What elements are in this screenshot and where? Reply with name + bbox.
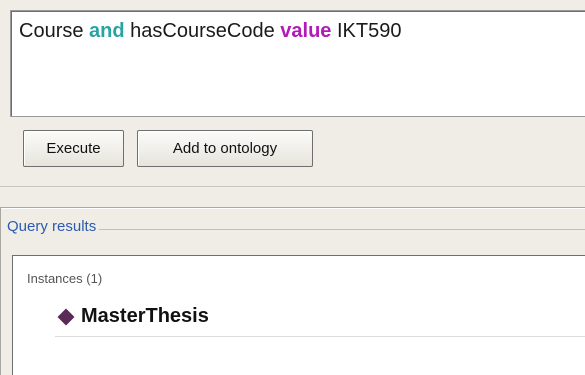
instances-label: Instances (1) bbox=[27, 271, 103, 286]
split-pane-divider[interactable] bbox=[0, 207, 585, 209]
execute-button[interactable]: Execute bbox=[23, 130, 124, 167]
list-item[interactable]: MasterThesis bbox=[55, 295, 585, 337]
instance-name: MasterThesis bbox=[81, 305, 209, 327]
query-token-literal: IKT590 bbox=[336, 20, 402, 42]
results-panel: Instances (1) MasterThesis bbox=[12, 255, 585, 375]
dl-query-window: Course and hasCourseCode value IKT590 Ex… bbox=[0, 0, 585, 375]
divider bbox=[0, 186, 585, 187]
diamond-icon bbox=[57, 308, 75, 326]
add-to-ontology-button[interactable]: Add to ontology bbox=[137, 130, 313, 167]
query-keyword-and: and bbox=[89, 20, 125, 42]
query-token-property: hasCourseCode bbox=[130, 20, 275, 42]
query-expression[interactable]: Course and hasCourseCode value IKT590 bbox=[19, 20, 401, 43]
query-token-class: Course bbox=[19, 20, 84, 42]
query-keyword-value: value bbox=[280, 20, 332, 42]
panel-edge bbox=[0, 207, 1, 375]
query-editor[interactable]: Course and hasCourseCode value IKT590 bbox=[10, 10, 585, 117]
results-title: Query results bbox=[4, 218, 100, 235]
